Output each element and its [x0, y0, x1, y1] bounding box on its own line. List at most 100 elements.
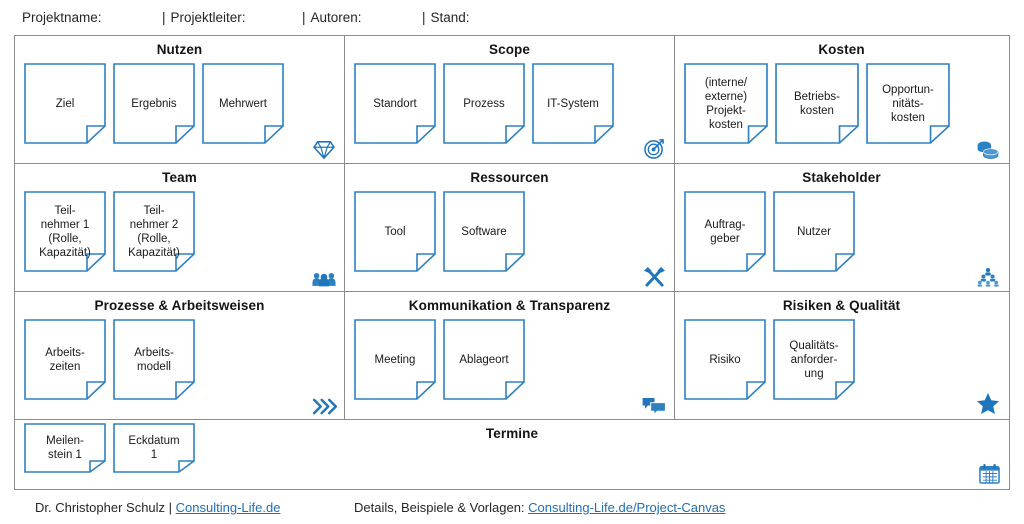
canvas-cell-prozesse[interactable]: Prozesse & Arbeitsweisen Arbeits- zeiten…: [15, 292, 345, 419]
target-icon-glyph: [643, 139, 664, 159]
hammer-wrench-icon: [641, 263, 667, 287]
cell-title-stakeholder: Stakeholder: [802, 170, 881, 185]
sticky-note[interactable]: Meilen- stein 1: [24, 423, 106, 473]
sticky-note-text: Risiko: [709, 353, 741, 366]
canvas-cell-stakeholder[interactable]: Stakeholder Auftrag- geber Nutzer: [675, 164, 1008, 291]
sticky-note-text: Ziel: [55, 97, 75, 110]
org-pyramid-icon: [975, 263, 1001, 287]
meta-label-projektname: Projektname:: [22, 10, 102, 25]
sticky-note[interactable]: Nutzer: [773, 191, 855, 272]
footer-details: Details, Beispiele & Vorlagen: Consultin…: [354, 500, 725, 515]
cell-title-team: Team: [162, 170, 197, 185]
canvas-row-3: Prozesse & Arbeitsweisen Arbeits- zeiten…: [15, 292, 1009, 420]
sticky-note-text: Ablageort: [459, 353, 509, 366]
diamond-icon: [311, 135, 337, 159]
coins-icon: [975, 135, 1001, 159]
sticky-note-text: Prozess: [463, 97, 505, 110]
sticky-note[interactable]: Prozess: [443, 63, 525, 144]
cell-title-nutzen: Nutzen: [156, 42, 203, 57]
hammer-wrench-icon-glyph: [643, 266, 665, 287]
canvas-cell-ressourcen[interactable]: Ressourcen Tool Software: [345, 164, 675, 291]
cell-title-ressourcen: Ressourcen: [470, 170, 549, 185]
sticky-note-text: (interne/ externe) Projekt- kosten: [704, 76, 748, 131]
note-list-kommunikation: Meeting Ablageort: [345, 313, 674, 400]
page-footer: Dr. Christopher Schulz | Consulting-Life…: [0, 497, 1024, 524]
target-icon: [641, 135, 667, 159]
canvas-cell-kommunikation[interactable]: Kommunikation & Transparenz Meeting Abla…: [345, 292, 675, 419]
sticky-note[interactable]: Arbeits- modell: [113, 319, 195, 400]
sticky-note-text: IT-System: [547, 97, 599, 110]
sticky-note[interactable]: Ziel: [24, 63, 106, 144]
sticky-note[interactable]: Betriebs- kosten: [775, 63, 859, 144]
org-pyramid-icon-glyph: [977, 268, 999, 287]
sticky-note[interactable]: IT-System: [532, 63, 614, 144]
note-list-stakeholder: Auftrag- geber Nutzer: [675, 185, 1008, 272]
note-list-ressourcen: Tool Software: [345, 185, 674, 272]
canvas-row-2: Team Teil- nehmer 1 (Rolle, Kapazität) T…: [15, 164, 1009, 292]
sticky-note-text: Auftrag- geber: [704, 218, 746, 245]
meta-field-projektname[interactable]: Projektname:: [22, 10, 162, 25]
sticky-note[interactable]: Risiko: [684, 319, 766, 400]
sticky-note[interactable]: Ablageort: [443, 319, 525, 400]
canvas-cell-termine[interactable]: Termine Meilen- stein 1 Eckdatum 1: [15, 420, 1009, 486]
project-canvas: Nutzen Ziel Ergebnis Mehrwert Scope Stan…: [14, 35, 1010, 490]
sticky-note[interactable]: Standort: [354, 63, 436, 144]
project-meta-bar: Projektname: | Projektleiter: | Autoren: |…: [0, 0, 1024, 35]
sticky-note[interactable]: Teil- nehmer 2 (Rolle, Kapazität): [113, 191, 195, 272]
canvas-row-1: Nutzen Ziel Ergebnis Mehrwert Scope Stan…: [15, 36, 1009, 164]
canvas-cell-nutzen[interactable]: Nutzen Ziel Ergebnis Mehrwert: [15, 36, 345, 163]
footer-details-link[interactable]: Consulting-Life.de/Project-Canvas: [528, 500, 725, 515]
sticky-note-text: Software: [461, 225, 507, 238]
sticky-note[interactable]: Eckdatum 1: [113, 423, 195, 473]
sticky-note[interactable]: Opportun- nitäts- kosten: [866, 63, 950, 144]
canvas-cell-team[interactable]: Team Teil- nehmer 1 (Rolle, Kapazität) T…: [15, 164, 345, 291]
sticky-note[interactable]: Arbeits- zeiten: [24, 319, 106, 400]
sticky-note[interactable]: Tool: [354, 191, 436, 272]
sticky-note[interactable]: Teil- nehmer 1 (Rolle, Kapazität): [24, 191, 106, 272]
sticky-note-text: Eckdatum 1: [128, 435, 180, 461]
canvas-cell-scope[interactable]: Scope Standort Prozess IT-System: [345, 36, 675, 163]
meta-field-stand[interactable]: | Stand:: [422, 10, 542, 25]
meta-field-autoren[interactable]: | Autoren:: [302, 10, 422, 25]
cell-title-kommunikation: Kommunikation & Transparenz: [408, 298, 611, 313]
sticky-note-text: Arbeits- zeiten: [45, 346, 85, 373]
footer-author-text: Dr. Christopher Schulz |: [35, 500, 176, 515]
chat-bubbles-icon-glyph: [642, 397, 666, 415]
note-list-team: Teil- nehmer 1 (Rolle, Kapazität) Teil- …: [15, 185, 344, 272]
sticky-note[interactable]: Software: [443, 191, 525, 272]
sticky-note-text: Arbeits- modell: [134, 346, 174, 373]
canvas-cell-risiken[interactable]: Risiken & Qualität Risiko Qualitäts- anf…: [675, 292, 1008, 419]
sticky-note[interactable]: Auftrag- geber: [684, 191, 766, 272]
sticky-note-text: Tool: [384, 225, 406, 238]
footer-author-link[interactable]: Consulting-Life.de: [176, 500, 281, 515]
footer-author: Dr. Christopher Schulz | Consulting-Life…: [35, 500, 280, 515]
sticky-note[interactable]: (interne/ externe) Projekt- kosten: [684, 63, 768, 144]
sticky-note-text: Mehrwert: [219, 97, 267, 110]
meta-field-projektleiter[interactable]: | Projektleiter:: [162, 10, 302, 25]
meta-separator: |: [422, 10, 426, 25]
cell-title-prozesse: Prozesse & Arbeitsweisen: [94, 298, 265, 313]
sticky-note[interactable]: Qualitäts- anforder- ung: [773, 319, 855, 400]
sticky-note[interactable]: Ergebnis: [113, 63, 195, 144]
cell-title-scope: Scope: [488, 42, 530, 57]
meta-label-autoren: Autoren:: [310, 10, 362, 25]
sticky-note-text: Meeting: [374, 353, 416, 366]
meta-label-projektleiter: Projektleiter:: [170, 10, 246, 25]
sticky-note-text: Ergebnis: [131, 97, 177, 110]
sticky-note-text: Teil- nehmer 1 (Rolle, Kapazität): [39, 204, 91, 259]
star-icon: [975, 391, 1001, 415]
cell-title-risiken: Risiken & Qualität: [782, 298, 901, 313]
sticky-note-text: Opportun- nitäts- kosten: [882, 83, 934, 124]
note-list-prozesse: Arbeits- zeiten Arbeits- modell: [15, 313, 344, 400]
sticky-note-text: Qualitäts- anforder- ung: [789, 339, 839, 380]
star-icon-glyph: [977, 393, 999, 414]
note-list-kosten: (interne/ externe) Projekt- kosten Betri…: [675, 57, 1008, 144]
meta-separator: |: [162, 10, 166, 25]
sticky-note[interactable]: Mehrwert: [202, 63, 284, 144]
sticky-note-text: Betriebs- kosten: [793, 90, 841, 117]
footer-details-text: Details, Beispiele & Vorlagen:: [354, 500, 529, 515]
coins-icon-glyph: [977, 141, 999, 159]
people-group-icon: [311, 263, 337, 287]
canvas-cell-kosten[interactable]: Kosten (interne/ externe) Projekt- koste…: [675, 36, 1008, 163]
sticky-note[interactable]: Meeting: [354, 319, 436, 400]
